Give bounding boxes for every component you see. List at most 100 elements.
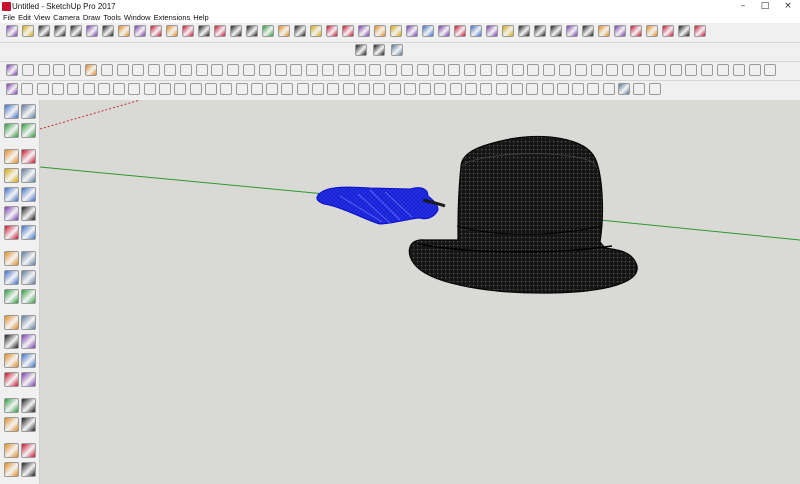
walk-icon[interactable]	[764, 64, 777, 76]
rotate-icon[interactable]	[118, 25, 130, 37]
rotate-icon[interactable]	[116, 64, 129, 76]
paint-icon[interactable]	[86, 25, 98, 37]
move-icon[interactable]	[582, 25, 594, 37]
move-icon[interactable]	[574, 64, 587, 76]
line-icon[interactable]	[4, 149, 19, 164]
follow-me-icon[interactable]	[21, 270, 36, 285]
tape-icon[interactable]	[648, 83, 661, 95]
protractor-icon[interactable]	[4, 334, 19, 349]
walk-icon[interactable]	[294, 25, 306, 37]
walk-icon[interactable]	[290, 64, 303, 76]
warehouse-icon[interactable]	[326, 25, 338, 37]
follow-me-icon[interactable]	[662, 25, 674, 37]
paint-icon[interactable]	[82, 83, 95, 95]
warehouse-icon[interactable]	[322, 64, 334, 76]
dimension-icon[interactable]	[214, 25, 226, 37]
redo-icon[interactable]	[550, 25, 562, 37]
zoom-window-icon[interactable]	[21, 417, 36, 432]
polygon-icon[interactable]	[21, 187, 36, 202]
fog-icon[interactable]	[373, 83, 386, 95]
scale-icon[interactable]	[4, 289, 19, 304]
layer-icon[interactable]	[388, 83, 401, 95]
hat-mesh-model[interactable]	[408, 136, 638, 294]
pan-icon[interactable]	[495, 64, 508, 76]
undo-icon[interactable]	[53, 64, 66, 76]
follow-me-icon[interactable]	[633, 83, 646, 95]
extension-warehouse-icon[interactable]	[373, 44, 385, 56]
material-icon[interactable]	[449, 83, 462, 95]
camera-icon[interactable]	[748, 64, 761, 76]
axes-icon[interactable]	[246, 25, 258, 37]
extension-icon[interactable]	[337, 64, 350, 76]
dimension-icon[interactable]	[685, 64, 698, 76]
eraser-icon[interactable]	[21, 123, 36, 138]
arc-2pt-icon[interactable]	[21, 225, 36, 240]
warehouse-icon[interactable]	[355, 44, 367, 56]
follow-me-icon[interactable]	[653, 64, 666, 76]
paint-icon[interactable]	[559, 64, 571, 76]
push-pull-icon[interactable]	[143, 83, 156, 95]
pie-icon[interactable]	[21, 206, 36, 221]
component-icon[interactable]	[448, 64, 461, 76]
camera-icon[interactable]	[274, 64, 287, 76]
look-around-icon[interactable]	[21, 462, 36, 477]
axes-icon[interactable]	[717, 64, 729, 76]
zoom-icon[interactable]	[495, 83, 508, 95]
orbit-icon[interactable]	[480, 64, 492, 76]
pan-icon[interactable]	[480, 83, 493, 95]
offset-icon[interactable]	[159, 83, 171, 95]
move-icon[interactable]	[4, 251, 19, 266]
section-icon[interactable]	[262, 25, 274, 37]
undo-icon[interactable]	[54, 25, 66, 37]
camera-icon[interactable]	[266, 83, 279, 95]
rectangle-icon[interactable]	[4, 168, 19, 183]
send-layout-icon[interactable]	[391, 44, 403, 56]
select-icon[interactable]	[4, 104, 19, 119]
scale-icon[interactable]	[614, 25, 626, 37]
menu-help[interactable]: Help	[193, 13, 208, 22]
scene-icon[interactable]	[432, 64, 445, 76]
component-icon[interactable]	[21, 104, 36, 119]
rotated-rectangle-icon[interactable]	[21, 168, 36, 183]
push-pull-icon[interactable]	[622, 64, 635, 76]
redo-icon[interactable]	[69, 64, 82, 76]
scale-icon[interactable]	[606, 64, 619, 76]
3d-text-icon[interactable]	[21, 353, 36, 368]
paint-icon[interactable]	[566, 25, 578, 37]
orbit-icon[interactable]	[4, 398, 19, 413]
push-pull-icon[interactable]	[602, 83, 615, 95]
zoom-icon[interactable]	[511, 64, 524, 76]
redo-icon[interactable]	[526, 83, 539, 95]
tape-icon[interactable]	[198, 25, 210, 37]
close-button[interactable]: ×	[781, 0, 795, 13]
push-pull-icon[interactable]	[630, 25, 642, 37]
redo-icon[interactable]	[70, 25, 82, 37]
arc-3pt-icon[interactable]	[4, 225, 19, 240]
menu-camera[interactable]: Camera	[53, 13, 80, 22]
undo-icon[interactable]	[51, 83, 64, 95]
section-icon[interactable]	[258, 64, 271, 76]
tape-icon[interactable]	[189, 83, 202, 95]
tape-icon[interactable]	[195, 64, 208, 76]
layer-icon[interactable]	[406, 25, 418, 37]
extension-icon[interactable]	[342, 25, 354, 37]
push-pull-icon[interactable]	[148, 64, 161, 76]
move-icon[interactable]	[556, 83, 569, 95]
scale-icon[interactable]	[134, 25, 146, 37]
fog-icon[interactable]	[385, 64, 398, 76]
style-icon[interactable]	[358, 25, 370, 37]
walk-icon[interactable]	[281, 83, 294, 95]
zoom-icon[interactable]	[4, 417, 19, 432]
orbit-icon[interactable]	[6, 25, 18, 37]
sketchup-app-icon[interactable]	[2, 2, 11, 11]
scale-icon[interactable]	[587, 83, 600, 95]
pan-icon[interactable]	[502, 25, 514, 37]
previous-icon[interactable]	[21, 443, 36, 458]
fog-icon[interactable]	[390, 25, 402, 37]
follow-me-icon[interactable]	[179, 64, 192, 76]
zoom-icon[interactable]	[38, 25, 50, 37]
material-icon[interactable]	[470, 25, 482, 37]
undo-icon[interactable]	[527, 64, 540, 76]
paint-icon[interactable]	[541, 83, 554, 95]
outliner-icon[interactable]	[422, 25, 434, 37]
